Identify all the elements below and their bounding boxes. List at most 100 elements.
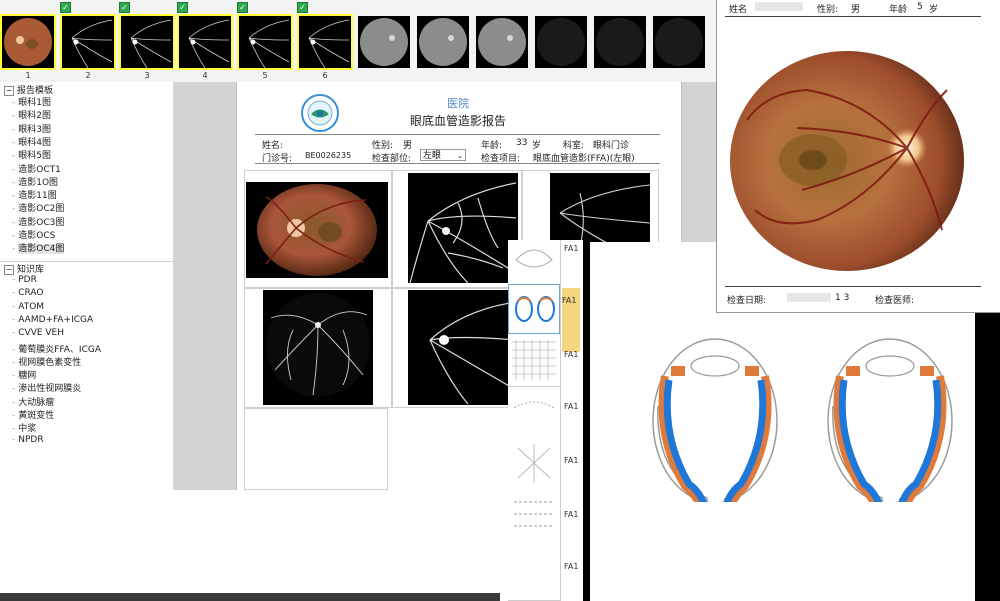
- eye-cross-section-thumb-icon: [515, 296, 555, 322]
- dept-value: 眼科门诊: [593, 141, 630, 151]
- fundus-date-label: 检查日期:: [727, 296, 767, 306]
- dept-label: 科室:: [563, 141, 585, 151]
- tree-item-label: 造影OC4图: [18, 244, 65, 255]
- thumbnail-number: 3: [144, 71, 150, 80]
- image-thumbnail[interactable]: ✓ 6: [297, 2, 353, 80]
- thumbnail-image: [594, 16, 646, 68]
- tree-item-label: CRAO: [18, 288, 44, 299]
- template-tree-item[interactable]: - 眼科1图: [12, 95, 51, 108]
- diagram-thumb-4[interactable]: [508, 388, 560, 439]
- checkbox-checked-icon[interactable]: ✓: [237, 2, 248, 13]
- knowledge-tree-item[interactable]: - CVVE VEH: [12, 328, 64, 338]
- fa-angiogram: [408, 173, 518, 283]
- knowledge-tree-item[interactable]: - 葡萄膜炎FFA、ICGA: [12, 342, 101, 355]
- report-image-slot-1[interactable]: [244, 170, 392, 288]
- checkbox-checked-icon[interactable]: ✓: [177, 2, 188, 13]
- image-thumbnail[interactable]: [356, 14, 412, 70]
- collapse-icon[interactable]: −: [4, 265, 14, 275]
- report-image-slot-2[interactable]: [392, 170, 522, 288]
- knowledge-tree-item[interactable]: - 大动脉瘤: [12, 395, 54, 408]
- template-tree-item[interactable]: - 造影1O图: [12, 175, 58, 188]
- diagram-thumb-5[interactable]: [508, 438, 560, 489]
- template-tree-item[interactable]: - 造影OC2图: [12, 201, 64, 214]
- diagram-thumb-3[interactable]: [508, 336, 560, 387]
- knowledge-tree-item[interactable]: - 黄斑变性: [12, 408, 54, 421]
- fundus-date-value: 1 3: [835, 293, 850, 303]
- report-hospital-name: 医院: [447, 97, 469, 110]
- tree-item-label: 中浆: [18, 424, 37, 435]
- tree-item-label: PDR: [18, 275, 37, 285]
- thumbnail-image: [62, 16, 114, 68]
- diagram-label-5: FA1: [564, 456, 579, 465]
- image-thumbnail[interactable]: ✓ 5: [237, 2, 293, 80]
- knowledge-group-node[interactable]: − 知识库: [4, 262, 44, 275]
- knowledge-tree-item[interactable]: - NPDR: [12, 435, 44, 445]
- diagram-thumb-6[interactable]: [508, 488, 560, 539]
- report-image-slot-7[interactable]: [244, 408, 388, 490]
- exam-site-select[interactable]: 左眼 ⌄: [420, 149, 466, 161]
- thumbnail-number: 1: [25, 71, 31, 80]
- knowledge-tree-item[interactable]: - CRAO: [12, 288, 44, 298]
- diagram-label-4: FA1: [564, 402, 579, 411]
- template-tree-item[interactable]: - 造影OC3图: [12, 215, 64, 228]
- thumbnail-image: [179, 16, 231, 68]
- image-thumbnail[interactable]: ✓ 3: [119, 2, 175, 80]
- diagram-thumb-7[interactable]: [508, 538, 560, 601]
- knowledge-tree-item[interactable]: - AAMD+FA+ICGA: [12, 315, 93, 325]
- knowledge-tree-item[interactable]: - 糖网: [12, 368, 36, 381]
- tree-item-label: 眼科5图: [18, 151, 51, 162]
- fundus-header-rule: [725, 16, 981, 17]
- diagram-label-2[interactable]: FA1: [562, 288, 580, 352]
- thumbnail-image: [476, 16, 528, 68]
- image-thumbnail[interactable]: [474, 14, 530, 70]
- tree-item-label: 黄斑变性: [18, 411, 55, 421]
- fundus-age-unit: 岁: [929, 5, 939, 15]
- report-image-slot-4[interactable]: [244, 288, 392, 408]
- tree-item-label: ATOM: [18, 301, 45, 312]
- diagram-label-1: FA1: [564, 244, 579, 253]
- knowledge-group-label: 知识库: [17, 265, 45, 275]
- checkbox-checked-icon[interactable]: ✓: [60, 2, 71, 13]
- tree-divider: [0, 261, 173, 262]
- image-thumbnail[interactable]: 1: [0, 14, 56, 80]
- grid-chart-icon: [512, 340, 556, 380]
- tree-item-label: 造影1O图: [18, 177, 59, 188]
- diagram-label-column: FA1 FA1 FA1 FA1 FA1 FA1 FA1: [560, 240, 583, 601]
- template-tree-item[interactable]: - 造影11图: [12, 188, 57, 201]
- knowledge-tree-item[interactable]: - PDR: [12, 275, 37, 285]
- redacted-date: [787, 293, 831, 302]
- template-tree-item[interactable]: - 眼科3图: [12, 122, 51, 135]
- thumbnail-number: 5: [262, 71, 268, 80]
- image-thumbnail[interactable]: [533, 14, 589, 70]
- template-tree-item[interactable]: - 造影OCS: [12, 228, 55, 241]
- knowledge-tree-item[interactable]: - ATOM: [12, 302, 44, 312]
- tree-item-label: 眼科3图: [18, 124, 51, 135]
- image-thumbnail[interactable]: ✓ 2: [60, 2, 116, 80]
- image-thumbnail[interactable]: ✓ 4: [177, 2, 233, 80]
- tree-item-label: 大动脉瘤: [18, 397, 55, 408]
- report-image-slot-5[interactable]: [392, 288, 522, 408]
- template-tree-item[interactable]: - 眼科2图: [12, 108, 51, 121]
- chevron-down-icon: ⌄: [457, 152, 463, 160]
- checkbox-checked-icon[interactable]: ✓: [119, 2, 130, 13]
- tree-item-label: 视网膜色素变性: [18, 357, 82, 368]
- fundus-sketch-icon: [517, 444, 551, 482]
- image-thumbnail[interactable]: [651, 14, 707, 70]
- template-tree-item[interactable]: - 造影OC4图: [12, 241, 65, 255]
- template-tree-item[interactable]: - 眼科4图: [12, 135, 51, 148]
- age-value: 33: [516, 138, 528, 148]
- chain-sketch-icon: [514, 501, 554, 527]
- knowledge-tree-item[interactable]: - 中浆: [12, 421, 36, 434]
- image-thumbnail[interactable]: [415, 14, 471, 70]
- template-tree-item[interactable]: - 眼科5图: [12, 148, 51, 161]
- tree-item-label: 造影OC3图: [18, 217, 65, 228]
- diagram-label-7: FA1: [564, 562, 579, 571]
- template-tree-item[interactable]: - 造影OCT1: [12, 162, 61, 175]
- diagram-thumb-2[interactable]: [508, 284, 560, 334]
- knowledge-tree-item[interactable]: - 视网膜色素变性: [12, 355, 81, 368]
- image-thumbnail[interactable]: [592, 14, 648, 70]
- checkbox-checked-icon[interactable]: ✓: [297, 2, 308, 13]
- knowledge-tree-item[interactable]: - 渗出性视网膜炎: [12, 381, 81, 394]
- header-rule-bottom: [255, 163, 660, 164]
- name-label: 姓名:: [262, 141, 284, 151]
